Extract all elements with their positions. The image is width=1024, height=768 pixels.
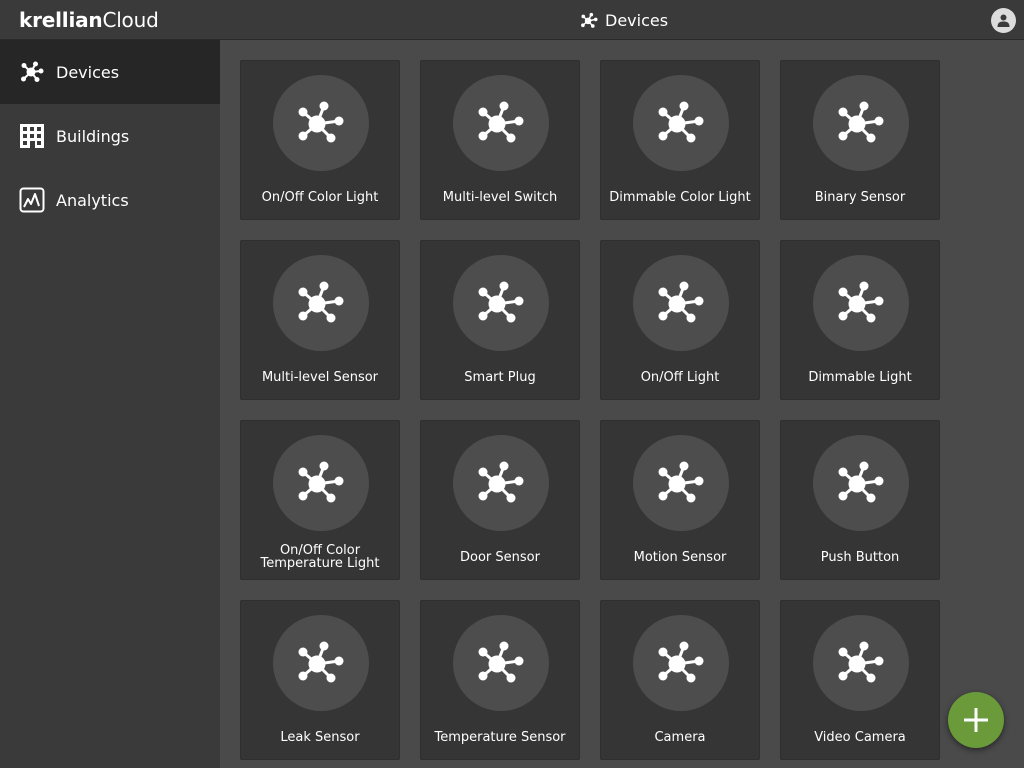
page-title: Devices: [605, 10, 669, 30]
device-label: On/Off Color Light: [261, 189, 379, 205]
analytics-icon: [19, 187, 45, 213]
device-tile[interactable]: Dimmable Light: [780, 240, 940, 400]
device-tile[interactable]: Leak Sensor: [240, 600, 400, 760]
sidebar-item-analytics[interactable]: Analytics: [0, 168, 220, 232]
device-tile[interactable]: Door Sensor: [420, 420, 580, 580]
device-hub-icon: [838, 101, 884, 143]
device-label: Temperature Sensor: [434, 729, 566, 745]
sidebar-item-label: Analytics: [56, 190, 129, 210]
top-bar: krellianCloud Devices: [0, 0, 1024, 40]
brand-logo[interactable]: krellianCloud: [19, 8, 159, 32]
device-label: Dimmable Light: [808, 369, 912, 385]
device-icon-circle: [453, 615, 549, 711]
device-icon-circle: [273, 255, 369, 351]
device-hub-icon: [658, 281, 704, 323]
device-label: Multi-level Sensor: [261, 369, 379, 385]
device-hub-icon: [658, 461, 704, 503]
device-tile[interactable]: Smart Plug: [420, 240, 580, 400]
device-label: Motion Sensor: [633, 549, 727, 565]
device-hub-icon: [838, 461, 884, 503]
brand-bold-text: krellian: [19, 8, 103, 32]
device-label: Multi-level Switch: [442, 189, 558, 205]
user-account-button[interactable]: [991, 8, 1016, 33]
sidebar-item-label: Devices: [56, 62, 120, 82]
device-icon-circle: [633, 255, 729, 351]
device-hub-icon: [478, 641, 524, 683]
device-label: Binary Sensor: [814, 189, 906, 205]
device-label: Push Button: [820, 549, 900, 565]
device-hub-icon: [478, 281, 524, 323]
device-label: Leak Sensor: [280, 729, 360, 745]
device-icon-circle: [813, 255, 909, 351]
device-tile[interactable]: Motion Sensor: [600, 420, 760, 580]
device-label: Door Sensor: [460, 549, 540, 565]
device-icon-circle: [813, 435, 909, 531]
device-hub-icon: [298, 461, 344, 503]
device-tile[interactable]: On/Off Color Temperature Light: [240, 420, 400, 580]
device-label: Smart Plug: [464, 369, 536, 385]
device-tile[interactable]: Multi-level Switch: [420, 60, 580, 220]
device-tile[interactable]: Push Button: [780, 420, 940, 580]
device-tile[interactable]: Camera: [600, 600, 760, 760]
device-hub-icon: [478, 461, 524, 503]
page-title-group: Devices: [580, 10, 668, 30]
device-hub-icon: [658, 641, 704, 683]
plus-icon: [964, 708, 988, 732]
device-icon-circle: [633, 615, 729, 711]
device-tile[interactable]: Video Camera: [780, 600, 940, 760]
device-tile[interactable]: On/Off Light: [600, 240, 760, 400]
device-icon-circle: [813, 75, 909, 171]
building-icon: [19, 123, 45, 149]
device-hub-icon: [298, 101, 344, 143]
device-icon-circle: [453, 75, 549, 171]
add-device-button[interactable]: [948, 692, 1004, 748]
device-icon-circle: [453, 255, 549, 351]
user-icon: [997, 14, 1010, 27]
device-tile[interactable]: Binary Sensor: [780, 60, 940, 220]
device-icon-circle: [273, 435, 369, 531]
device-hub-icon: [478, 101, 524, 143]
sidebar-item-label: Buildings: [56, 126, 130, 146]
device-icon-circle: [453, 435, 549, 531]
device-label: Dimmable Color Light: [609, 189, 751, 205]
sidebar-item-buildings[interactable]: Buildings: [0, 104, 220, 168]
device-tile[interactable]: Temperature Sensor: [420, 600, 580, 760]
device-icon-circle: [813, 615, 909, 711]
device-tile[interactable]: On/Off Color Light: [240, 60, 400, 220]
device-hub-icon: [838, 281, 884, 323]
device-hub-icon: [19, 59, 45, 85]
device-label: Camera: [654, 729, 706, 745]
device-tile[interactable]: Dimmable Color Light: [600, 60, 760, 220]
device-hub-icon: [581, 12, 598, 28]
device-icon-circle: [633, 435, 729, 531]
device-hub-icon: [838, 641, 884, 683]
device-grid: On/Off Color Light Multi-level Switch Dimm…: [240, 60, 940, 760]
brand-regular-text: Cloud: [102, 8, 159, 32]
device-icon-circle: [633, 75, 729, 171]
device-icon-circle: [273, 615, 369, 711]
device-label: Video Camera: [814, 729, 906, 745]
device-hub-icon: [298, 641, 344, 683]
device-label: On/Off Color Temperature Light: [260, 543, 380, 571]
device-label: On/Off Light: [640, 369, 720, 385]
sidebar-item-devices[interactable]: Devices: [0, 40, 220, 104]
devices-panel: On/Off Color Light Multi-level Switch Dimm…: [220, 40, 1024, 768]
sidebar: Devices Buildings Analytics: [0, 40, 220, 768]
device-icon-circle: [273, 75, 369, 171]
device-hub-icon: [658, 101, 704, 143]
device-hub-icon: [298, 281, 344, 323]
device-tile[interactable]: Multi-level Sensor: [240, 240, 400, 400]
